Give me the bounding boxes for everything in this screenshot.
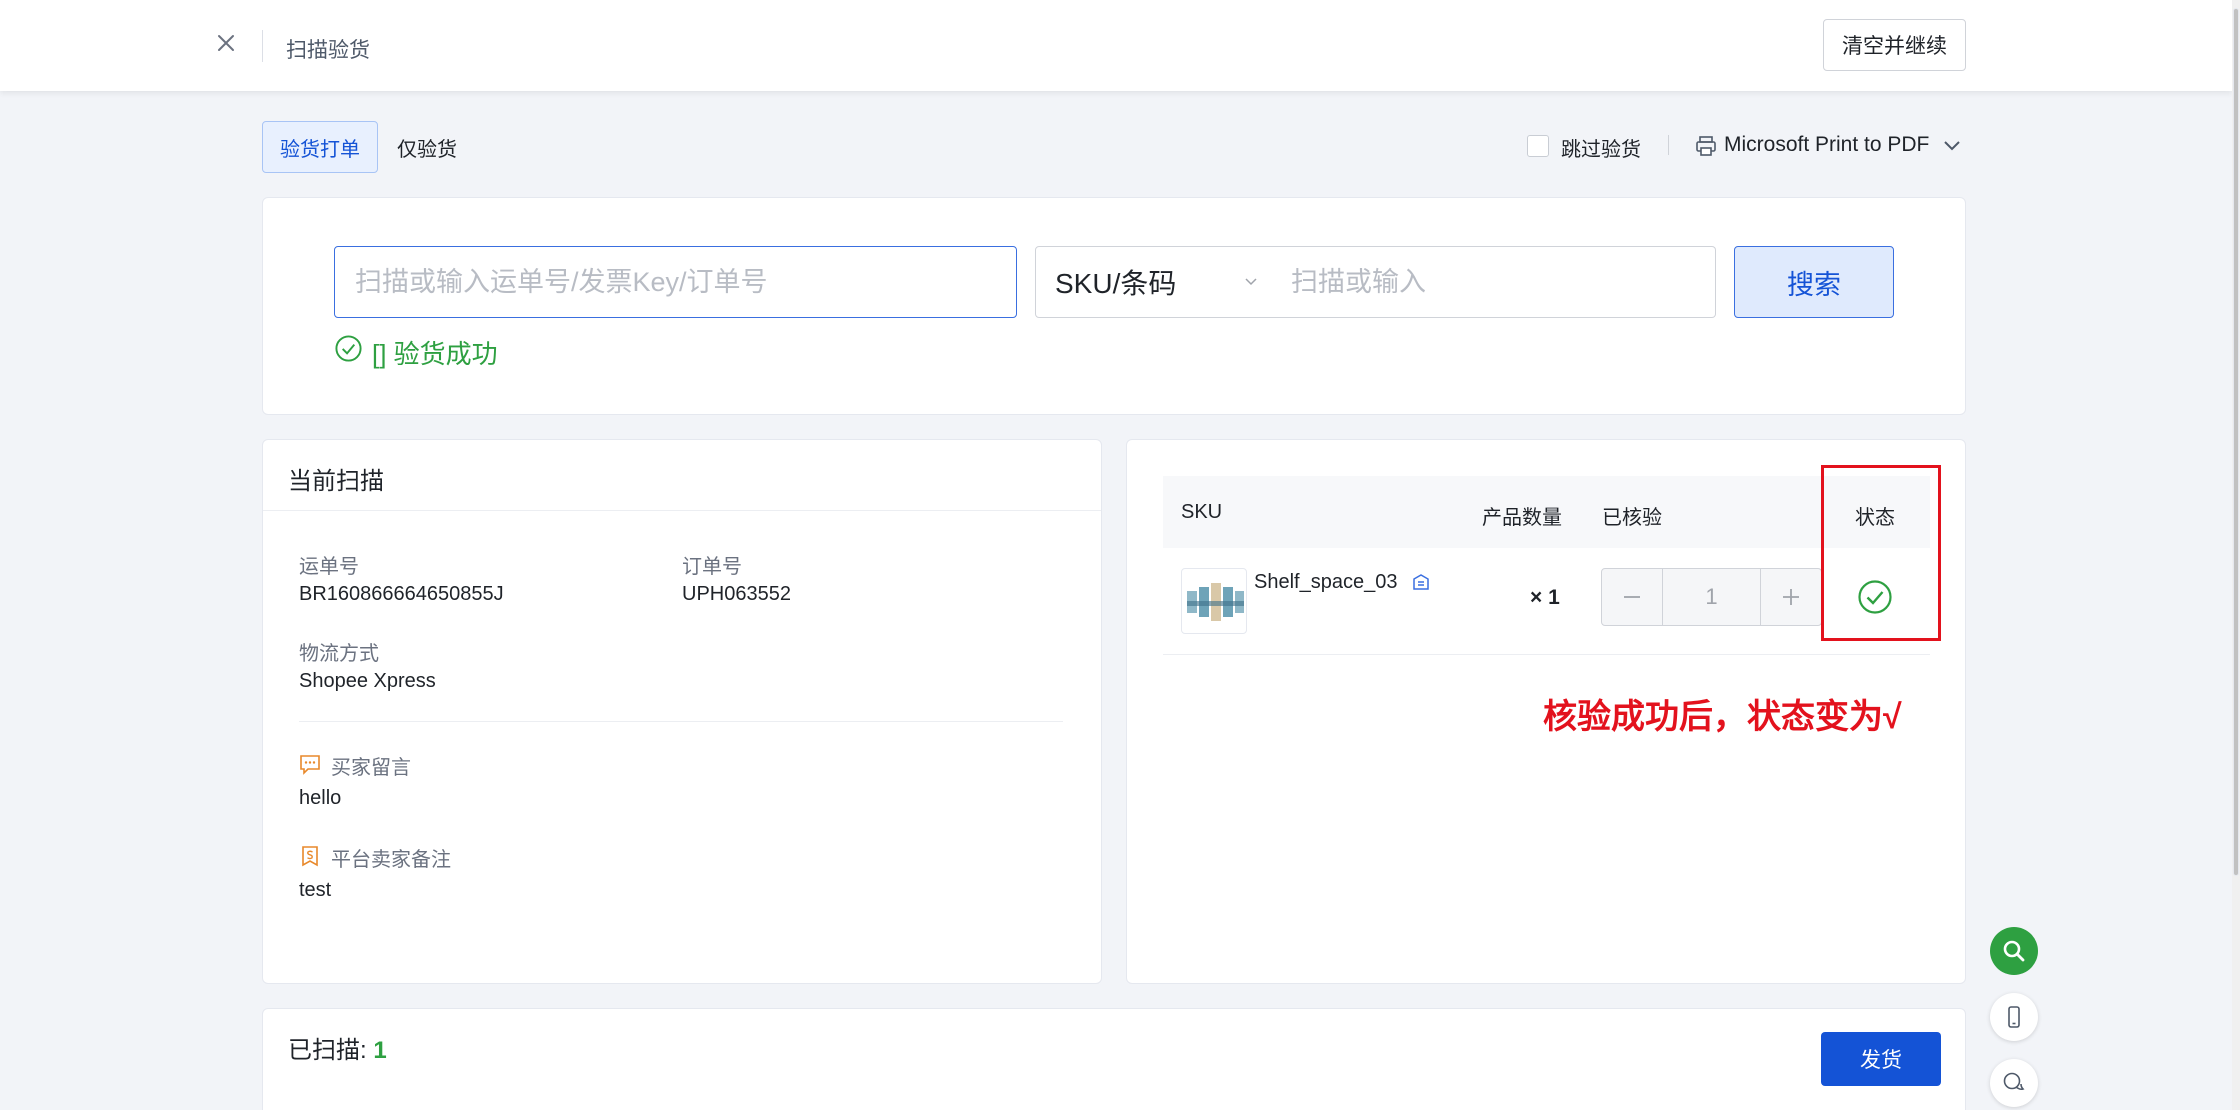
scanned-label: 已扫描: bbox=[288, 1037, 367, 1064]
seller-note-icon bbox=[302, 846, 318, 867]
tracking-number-label: 运单号 bbox=[299, 556, 359, 578]
decrement-button[interactable] bbox=[1602, 569, 1662, 625]
header-divider bbox=[262, 30, 263, 62]
inspection-result-text: [] 验货成功 bbox=[372, 339, 498, 369]
buyer-message-value: hello bbox=[299, 787, 342, 809]
chat-support-icon bbox=[2003, 1072, 2025, 1091]
scanned-summary: 已扫描: 1 bbox=[288, 1030, 387, 1065]
tracking-number-value: BR160866664650855J bbox=[299, 583, 504, 605]
message-icon bbox=[300, 755, 320, 775]
chevron-down-icon bbox=[1245, 278, 1257, 286]
check-circle-icon bbox=[335, 335, 362, 362]
logistics-value: Shopee Xpress bbox=[299, 670, 436, 692]
column-header-sku: SKU bbox=[1181, 501, 1223, 523]
order-number-value: UPH063552 bbox=[682, 583, 791, 605]
scanned-count: 1 bbox=[373, 1037, 387, 1064]
mobile-phone-icon bbox=[2008, 1006, 2020, 1028]
float-support-button[interactable] bbox=[1990, 1059, 2038, 1107]
column-header-checked: 已核验 bbox=[1602, 507, 1662, 529]
skip-inspection-checkbox[interactable] bbox=[1527, 135, 1549, 157]
page-scrollbar[interactable] bbox=[2232, 0, 2240, 1110]
scrollbar-thumb[interactable] bbox=[2233, 8, 2239, 876]
increment-button[interactable] bbox=[1761, 569, 1821, 625]
column-header-quantity: 产品数量 bbox=[1482, 507, 1562, 529]
options-divider bbox=[1668, 135, 1669, 155]
logistics-label: 物流方式 bbox=[299, 643, 379, 665]
sku-type-select[interactable]: SKU/条码 bbox=[1035, 246, 1272, 318]
scan-summary-card bbox=[262, 1008, 1966, 1110]
product-sku: Shelf_space_03 bbox=[1254, 571, 1398, 593]
close-icon[interactable] bbox=[213, 30, 239, 56]
chevron-down-icon[interactable] bbox=[1942, 138, 1962, 154]
float-mobile-button[interactable] bbox=[1990, 993, 2038, 1041]
skip-inspection-label[interactable]: 跳过验货 bbox=[1561, 133, 1641, 162]
clear-and-continue-button[interactable]: 清空并继续 bbox=[1823, 19, 1966, 71]
printer-select[interactable]: Microsoft Print to PDF bbox=[1724, 133, 1929, 157]
buyer-message-label: 买家留言 bbox=[331, 757, 411, 779]
current-scan-card bbox=[262, 439, 1102, 984]
annotation-text: 核验成功后，状态变为√ bbox=[1543, 698, 1902, 736]
float-search-button[interactable] bbox=[1990, 927, 2038, 975]
top-bar: 扫描验货 清空并继续 bbox=[0, 0, 2232, 91]
sku-type-value: SKU/条码 bbox=[1055, 268, 1177, 299]
checked-quantity-stepper[interactable]: 1 bbox=[1601, 568, 1822, 626]
search-button[interactable]: 搜索 bbox=[1734, 246, 1894, 318]
ship-button[interactable]: 发货 bbox=[1821, 1032, 1941, 1086]
card-divider bbox=[263, 510, 1101, 511]
product-thumbnail bbox=[1181, 568, 1247, 634]
seller-note-value: test bbox=[299, 879, 332, 901]
sku-search-input[interactable] bbox=[1271, 246, 1716, 318]
tab-inspect-and-print[interactable]: 验货打单 bbox=[262, 121, 378, 173]
current-scan-title: 当前扫描 bbox=[288, 468, 384, 495]
info-divider bbox=[299, 721, 1063, 722]
warehouse-icon[interactable] bbox=[1411, 572, 1431, 592]
tab-inspect-only[interactable]: 仅验货 bbox=[397, 133, 457, 162]
search-icon bbox=[2003, 940, 2025, 962]
status-highlight-box bbox=[1821, 465, 1941, 641]
order-number-label: 订单号 bbox=[682, 556, 742, 578]
order-search-input[interactable] bbox=[334, 246, 1017, 318]
printer-icon[interactable] bbox=[1694, 134, 1718, 158]
checked-quantity-value[interactable]: 1 bbox=[1662, 569, 1761, 625]
seller-note-label: 平台卖家备注 bbox=[331, 849, 451, 871]
row-divider bbox=[1163, 654, 1930, 655]
product-quantity: × 1 bbox=[1530, 586, 1560, 609]
page-title: 扫描验货 bbox=[286, 39, 370, 62]
